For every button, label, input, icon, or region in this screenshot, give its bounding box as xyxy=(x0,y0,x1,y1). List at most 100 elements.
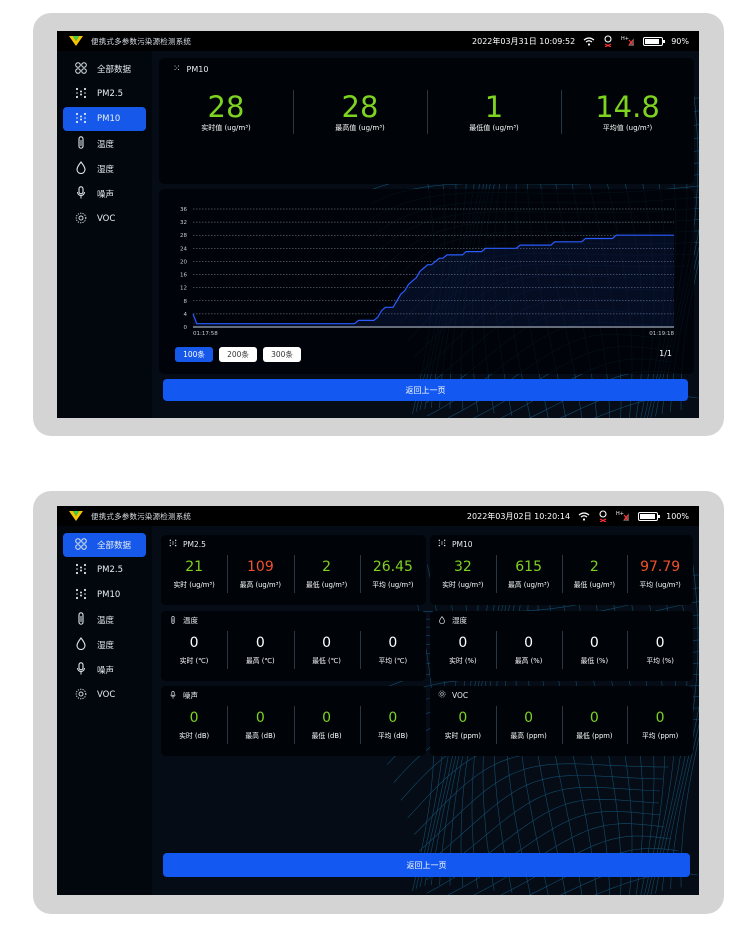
datetime: 2022年03月31日 10:09:52 xyxy=(472,36,576,46)
sidebar-item-voc[interactable]: VOC xyxy=(63,207,146,231)
stat-value: 2 xyxy=(322,559,332,575)
stat-label: 实时 (ug/m³) xyxy=(442,581,484,589)
stat-label: 最低值 (ug/m³) xyxy=(469,124,519,132)
stat-value: 0 xyxy=(322,710,332,726)
stat-label: 平均 (℃) xyxy=(378,657,408,665)
stat-realtime: 0 实时 (dB) xyxy=(161,686,227,756)
stat-max: 0 最高 (℃) xyxy=(227,611,293,681)
stat-label: 最低 (%) xyxy=(580,657,609,665)
sensor-card-pm25: PM2.5 21 实时 (ug/m³) 109 最高 (ug/m³) 2 最低 (ug/m³… xyxy=(161,535,426,605)
droplet-icon xyxy=(73,161,89,177)
stat-avg: 26.45 平均 (ug/m³) xyxy=(360,535,426,605)
sidebar-item--[interactable]: 噪声 xyxy=(63,182,146,206)
screen-all-data: 便携式多参数污染源检测系统 2022年03月02日 10:20:14 H+ 10… xyxy=(57,506,699,895)
stat-label: 平均 (ug/m³) xyxy=(639,581,681,589)
sensor-card-voc: VOC 0 实时 (ppm) 0 最高 (ppm) 0 最低 (ppm) 0 平均 (ppm) xyxy=(430,686,693,756)
y-tick-label: 20 xyxy=(180,259,187,265)
sidebar-item-all-data[interactable]: 全部数据 xyxy=(63,57,146,81)
stat-min: 1 最低值 (ug/m³) xyxy=(427,92,561,133)
stat-realtime: 0 实时 (ppm) xyxy=(430,686,496,756)
stat-label: 平均 (ppm) xyxy=(641,732,679,740)
stat-value: 0 xyxy=(458,710,468,726)
battery-icon xyxy=(638,511,661,521)
stat-value: 28 xyxy=(207,90,245,124)
wifi-icon xyxy=(578,511,590,521)
sidebar-item-label: 全部数据 xyxy=(97,65,132,75)
sidebar-item-pm2-5[interactable]: PM2.5 xyxy=(63,82,146,106)
sidebar-item--[interactable]: 温度 xyxy=(63,132,146,156)
page-size-buttons: 100条 200条 300条 xyxy=(175,347,325,362)
stat-value: 26.45 xyxy=(372,559,413,575)
sidebar-item-pm10[interactable]: PM10 xyxy=(63,583,146,607)
page-size-300-button[interactable]: 300条 xyxy=(263,347,301,362)
sidebar-item-label: 湿度 xyxy=(97,641,115,651)
grid-dots-icon xyxy=(73,537,89,553)
stat-label: 平均 (%) xyxy=(646,657,674,665)
stat-label: 最高 (ug/m³) xyxy=(507,581,550,589)
microphone-icon xyxy=(73,186,89,202)
voc-icon xyxy=(73,212,89,227)
x-tick-label: 01:17:58 xyxy=(193,331,218,337)
sidebar-item-pm10[interactable]: PM10 xyxy=(63,107,146,131)
divider xyxy=(561,555,563,593)
y-tick-label: 24 xyxy=(180,246,187,252)
stat-value: 14.8 xyxy=(595,90,660,124)
sidebar-item--[interactable]: 湿度 xyxy=(63,633,146,657)
page-size-200-button[interactable]: 200条 xyxy=(219,347,257,362)
sensor-card-humidity: 湿度 0 实时 (%) 0 最高 (%) 0 最低 (%) 0 平均 (%) xyxy=(430,611,693,681)
divider xyxy=(627,706,629,744)
svg-text:H+: H+ xyxy=(616,511,624,517)
stat-value: 0 xyxy=(589,635,599,651)
stats-card: ⁙ PM10 28 实时值 (ug/m³) 28 最高值 (ug/m³) 1 最… xyxy=(159,58,694,184)
stat-max: 0 最高 (dB) xyxy=(227,686,293,756)
y-tick-label: 36 xyxy=(180,207,187,213)
divider xyxy=(627,631,629,669)
app-title: 便携式多参数污染源检测系统 xyxy=(91,36,192,46)
stat-realtime: 32 实时 (ug/m³) xyxy=(430,535,496,605)
y-tick-label: 32 xyxy=(180,220,187,226)
stat-min: 0 最低 (%) xyxy=(562,611,628,681)
grid-dots-icon xyxy=(73,61,89,77)
sidebar-item-pm2-5[interactable]: PM2.5 xyxy=(63,558,146,582)
stat-realtime: 0 实时 (℃) xyxy=(161,611,227,681)
stat-realtime: 21 实时 (ug/m³) xyxy=(161,535,227,605)
sensor-card-noise: 噪声 0 实时 (dB) 0 最高 (dB) 0 最低 (dB) 0 平均 (dB) xyxy=(161,686,426,756)
page-size-100-button[interactable]: 100条 xyxy=(175,347,213,362)
back-button[interactable]: 返回上一页 xyxy=(163,853,690,877)
sidebar-item-voc[interactable]: VOC xyxy=(63,683,146,707)
stat-realtime: 28 实时值 (ug/m³) xyxy=(159,92,293,133)
thermometer-icon xyxy=(73,136,89,152)
stat-label: 实时 (℃) xyxy=(179,657,209,665)
sidebar-item--[interactable]: 温度 xyxy=(63,608,146,632)
stat-label: 最低 (℃) xyxy=(312,657,341,665)
sidebar-item--[interactable]: 噪声 xyxy=(63,658,146,682)
stat-value: 0 xyxy=(255,635,265,651)
signal-off-icon: H+ xyxy=(621,36,635,46)
sidebar-item--[interactable]: 湿度 xyxy=(63,157,146,181)
stat-realtime: 0 实时 (%) xyxy=(430,611,496,681)
divider xyxy=(227,555,229,593)
stat-label: 最高 (ppm) xyxy=(510,732,547,740)
status-bar: 便携式多参数污染源检测系统 2022年03月02日 10:20:14 H+ 10… xyxy=(57,506,699,526)
particles-icon: ⁙ xyxy=(173,64,181,74)
back-button[interactable]: 返回上一页 xyxy=(163,379,688,401)
sidebar-item-all-data[interactable]: 全部数据 xyxy=(63,533,146,557)
stat-max: 615 最高 (ug/m³) xyxy=(496,535,562,605)
divider xyxy=(359,706,361,744)
divider xyxy=(359,555,361,593)
card-header: ⁙ PM10 xyxy=(173,64,208,74)
particles-icon xyxy=(73,563,89,578)
stat-min: 0 最低 (℃) xyxy=(294,611,360,681)
divider xyxy=(495,631,497,669)
thermometer-icon xyxy=(73,612,89,628)
divider xyxy=(359,631,361,669)
stat-avg: 14.8 平均值 (ug/m³) xyxy=(561,92,694,133)
stat-max: 0 最高 (%) xyxy=(496,611,562,681)
stat-value: 0 xyxy=(189,635,199,651)
stat-value: 0 xyxy=(655,710,665,726)
stat-label: 最低 (ug/m³) xyxy=(305,581,348,589)
stat-label: 平均 (ug/m³) xyxy=(372,581,414,589)
stat-max: 28 最高值 (ug/m³) xyxy=(293,92,427,133)
sidebar-item-label: PM2.5 xyxy=(97,89,123,99)
battery-icon xyxy=(643,36,666,46)
